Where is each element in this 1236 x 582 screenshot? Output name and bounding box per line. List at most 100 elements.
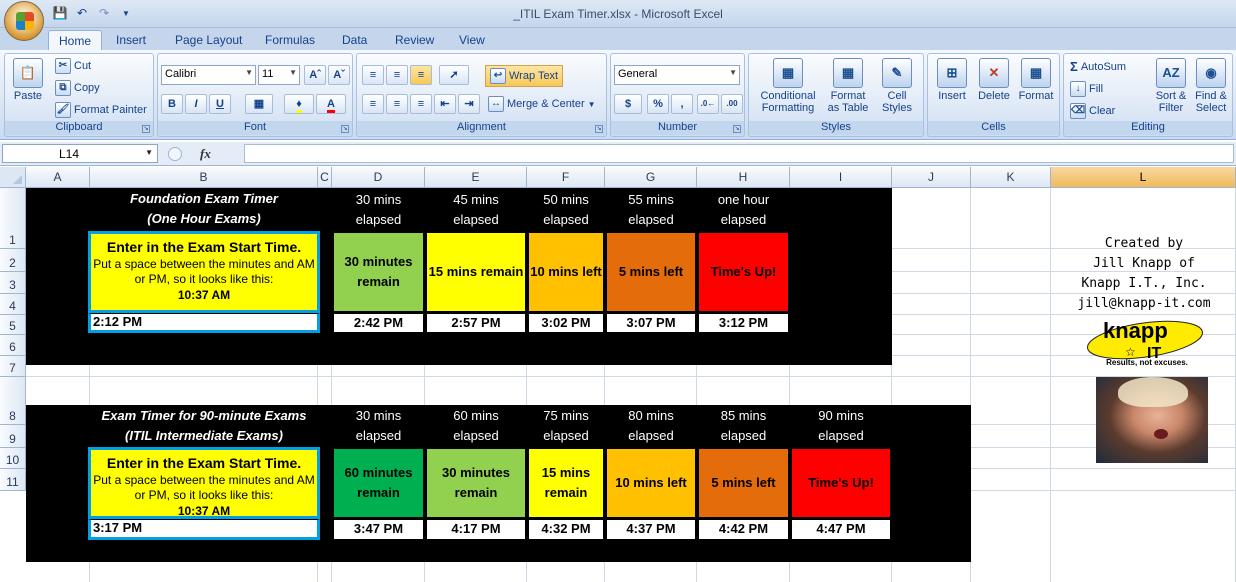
merge-center-button[interactable]: ↔ Merge & Center ▼ bbox=[488, 96, 596, 112]
ribbon-tabs: Home Insert Page Layout Formulas Data Re… bbox=[0, 28, 1236, 50]
tab-home[interactable]: Home bbox=[48, 30, 103, 50]
tab-insert[interactable]: Insert bbox=[106, 30, 156, 50]
percent-button[interactable]: % bbox=[647, 94, 669, 114]
alignment-launcher-icon[interactable]: ↘ bbox=[595, 125, 603, 133]
column-header-c[interactable]: C bbox=[318, 167, 332, 188]
cell-styles-button[interactable]: ✎ Cell Styles bbox=[875, 58, 919, 114]
cut-button[interactable]: ✂ Cut bbox=[55, 58, 91, 74]
row-header-5[interactable]: 5 bbox=[0, 315, 26, 335]
currency-button[interactable]: $ bbox=[614, 94, 642, 114]
row-header-11[interactable]: 11 bbox=[0, 469, 26, 491]
decrease-decimal-button[interactable]: .00 bbox=[721, 94, 743, 114]
column-header-l[interactable]: L bbox=[1051, 167, 1236, 188]
tab-view[interactable]: View bbox=[449, 30, 495, 50]
italic-button[interactable]: I bbox=[185, 94, 207, 114]
font-size-select[interactable]: 11 ▼ bbox=[258, 65, 300, 85]
row-header-3[interactable]: 3 bbox=[0, 272, 26, 294]
format-cells-button[interactable]: ▦ Format bbox=[1016, 58, 1056, 102]
align-left-button[interactable]: ≡ bbox=[362, 94, 384, 114]
align-bottom-button[interactable]: ≡ bbox=[410, 65, 432, 85]
number-format-select[interactable]: General ▼ bbox=[614, 65, 740, 85]
column-header-j[interactable]: J bbox=[892, 167, 971, 188]
conditional-formatting-button[interactable]: ▦ Conditional Formatting bbox=[755, 58, 821, 114]
column-header-d[interactable]: D bbox=[332, 167, 425, 188]
column-header-b[interactable]: B bbox=[90, 167, 318, 188]
formula-input[interactable] bbox=[244, 144, 1234, 163]
insert-function-button[interactable]: fx bbox=[200, 146, 211, 162]
format-cells-icon: ▦ bbox=[1021, 58, 1051, 88]
clipboard-launcher-icon[interactable]: ↘ bbox=[142, 125, 150, 133]
align-right-button[interactable]: ≡ bbox=[410, 94, 432, 114]
row-header-6[interactable]: 6 bbox=[0, 335, 26, 356]
font-name-select[interactable]: Calibri ▼ bbox=[161, 65, 256, 85]
fill-button[interactable]: ↓ Fill bbox=[1070, 81, 1103, 97]
bold-button[interactable]: B bbox=[161, 94, 183, 114]
align-middle-button[interactable]: ≡ bbox=[386, 65, 408, 85]
underline-button[interactable]: U bbox=[209, 94, 231, 114]
font-group: Calibri ▼ 11 ▼ Aˆ Aˇ B I U ▦ ♦ A Font ↘ bbox=[157, 53, 353, 137]
elapsed-header-line: 45 mins bbox=[453, 191, 499, 207]
copy-button[interactable]: ⧉ Copy bbox=[55, 80, 100, 96]
row-header-2[interactable]: 2 bbox=[0, 249, 26, 272]
borders-button[interactable]: ▦ bbox=[245, 94, 273, 114]
elapsed-header-line: 30 mins bbox=[355, 191, 402, 207]
row-header-4[interactable]: 4 bbox=[0, 294, 26, 315]
row-header-1[interactable]: 1 bbox=[0, 188, 26, 249]
find-select-button[interactable]: ◉ Find & Select bbox=[1192, 58, 1230, 114]
elapsed-header-line: elapsed bbox=[543, 211, 589, 227]
expand-icon[interactable] bbox=[168, 146, 182, 161]
sort-filter-button[interactable]: AZ Sort & Filter bbox=[1152, 58, 1190, 114]
alignment-group: ≡ ≡ ≡ ➚ ↩ Wrap Text ≡ ≡ ≡ ⇤ ⇥ ↔ Merge & Ce… bbox=[356, 53, 607, 137]
grow-font-button[interactable]: Aˆ bbox=[304, 65, 326, 85]
wrap-text-button[interactable]: ↩ Wrap Text bbox=[485, 65, 564, 87]
shrink-font-button[interactable]: Aˇ bbox=[328, 65, 350, 85]
orientation-button[interactable]: ➚ bbox=[439, 65, 469, 85]
increase-decimal-button[interactable]: .0← bbox=[697, 94, 719, 114]
window-title: _ITIL Exam Timer.xlsx - Microsoft Excel bbox=[513, 7, 723, 21]
paste-button[interactable]: 📋 Paste bbox=[11, 58, 45, 102]
column-header-a[interactable]: A bbox=[26, 167, 90, 188]
elapsed-header-line: 75 mins bbox=[543, 408, 589, 423]
fill-color-button[interactable]: ♦ bbox=[284, 94, 314, 114]
row-header-9[interactable]: 9 bbox=[0, 425, 26, 448]
decrease-indent-button[interactable]: ⇤ bbox=[434, 94, 456, 114]
column-header-h[interactable]: H bbox=[697, 167, 790, 188]
delete-cells-button[interactable]: ✕ Delete bbox=[974, 58, 1014, 102]
elapsed-header-line: elapsed bbox=[355, 211, 402, 227]
column-header-i[interactable]: I bbox=[790, 167, 892, 188]
font-color-button[interactable]: A bbox=[316, 94, 346, 114]
row-header-7[interactable]: 7 bbox=[0, 356, 26, 377]
clear-button[interactable]: ⌫ Clear bbox=[1070, 103, 1115, 119]
tab-page-layout[interactable]: Page Layout bbox=[165, 30, 252, 50]
insert-cells-button[interactable]: ⊞ Insert bbox=[932, 58, 972, 102]
autosum-button[interactable]: Σ AutoSum bbox=[1070, 59, 1126, 74]
tab-formulas[interactable]: Formulas bbox=[255, 30, 325, 50]
column-header-k[interactable]: K bbox=[971, 167, 1051, 188]
select-all-button[interactable] bbox=[0, 167, 26, 188]
font-launcher-icon[interactable]: ↘ bbox=[341, 125, 349, 133]
column-header-e[interactable]: E bbox=[425, 167, 527, 188]
number-label: Number bbox=[611, 121, 744, 135]
format-painter-button[interactable]: 🖌 Format Painter bbox=[55, 102, 147, 118]
number-launcher-icon[interactable]: ↘ bbox=[733, 125, 741, 133]
format-as-table-button[interactable]: ▦ Format as Table bbox=[823, 58, 873, 114]
tab-review[interactable]: Review bbox=[385, 30, 444, 50]
row-header-10[interactable]: 10 bbox=[0, 448, 26, 469]
tab-data[interactable]: Data bbox=[332, 30, 377, 50]
timer-title-line: Exam Timer for 90-minute Exams bbox=[101, 408, 307, 423]
author-credit: Created by Jill Knapp of Knapp I.T., Inc… bbox=[1052, 234, 1236, 314]
comma-button[interactable]: , bbox=[671, 94, 693, 114]
name-box[interactable]: L14 ▼ bbox=[2, 144, 158, 163]
office-button[interactable] bbox=[4, 1, 44, 41]
start-time-input-foundation[interactable]: 2:12 PM bbox=[88, 313, 320, 333]
align-top-button[interactable]: ≡ bbox=[362, 65, 384, 85]
column-header-f[interactable]: F bbox=[527, 167, 605, 188]
end-time-cell: 2:57 PM bbox=[426, 313, 526, 333]
increase-indent-button[interactable]: ⇥ bbox=[458, 94, 480, 114]
column-header-g[interactable]: G bbox=[605, 167, 697, 188]
start-time-input-intermediate[interactable]: 3:17 PM bbox=[88, 519, 320, 540]
row-header-8[interactable]: 8 bbox=[0, 377, 26, 425]
gridline bbox=[26, 376, 1236, 377]
spreadsheet-grid[interactable]: ABCDEFGHIJKL 1 2 3 4 5 6 7 8 9 10 11 Foundation Ex… bbox=[0, 167, 1236, 582]
align-center-button[interactable]: ≡ bbox=[386, 94, 408, 114]
